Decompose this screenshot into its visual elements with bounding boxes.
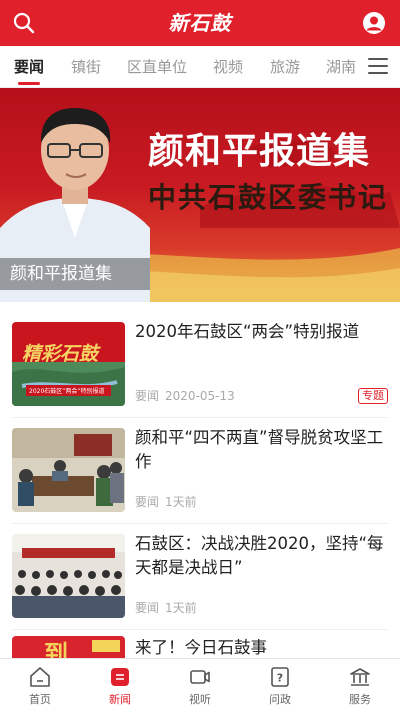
news-icon [111,668,129,686]
news-thumbnail: 精彩石鼓 2020石鼓区“两会”特别报道 [12,322,125,406]
nav-video-label: 视听 [189,693,211,706]
news-meta: 要闻 2020-05-13 [135,387,241,404]
nav-video[interactable]: 视听 [160,659,240,711]
nav-news-label: 新闻 [109,693,131,706]
news-time: 1天前 [165,495,197,509]
news-title: 来了！今日石鼓事 [135,638,267,657]
news-channel: 要闻 [135,495,160,509]
question-icon: ? [271,667,289,687]
bottom-nav: 首页 新闻 视听 ? 问政 服务 [0,658,400,711]
news-title: 石鼓区：决战决胜2020，坚持“每天都是决战日” [135,534,384,577]
news-thumbnail: 到 [12,636,125,658]
channel-menu-icon[interactable] [368,58,388,76]
carousel-indicator [191,294,221,302]
video-icon [190,670,210,684]
tab-lvyou[interactable]: 旅游 [270,46,300,88]
nav-wenzheng[interactable]: ? 问政 [240,659,320,711]
tab-yaowen[interactable]: 要闻 [14,46,44,88]
news-item[interactable]: 到 来了！今日石鼓事 [0,630,400,658]
news-thumbnail [12,534,125,618]
user-icon[interactable] [362,11,386,35]
news-time: 1天前 [165,601,197,615]
nav-service-label: 服务 [349,693,371,706]
news-meta: 要闻 1天前 [135,599,203,616]
news-channel: 要闻 [135,601,160,615]
channel-tabs: 要闻 镇街 区直单位 视频 旅游 湖南 [0,46,400,88]
news-item[interactable]: 石鼓区：决战决胜2020，坚持“每天都是决战日” 要闻 1天前 [0,524,400,630]
tab-quzhi-danwei[interactable]: 区直单位 [127,46,187,88]
tab-hunan[interactable]: 湖南 [326,46,356,88]
tab-zhenjie[interactable]: 镇街 [71,46,101,88]
nav-service[interactable]: 服务 [320,659,400,711]
news-time: 2020-05-13 [165,389,235,403]
search-icon[interactable] [12,11,36,35]
nav-home-label: 首页 [29,693,51,706]
nav-news[interactable]: 新闻 [80,659,160,711]
news-item[interactable]: 精彩石鼓 2020石鼓区“两会”特别报道 2020年石鼓区“两会”特别报道 要闻… [0,312,400,418]
news-meta: 要闻 1天前 [135,493,203,510]
news-title: 颜和平“四不两直”督导脱贫攻坚工作 [135,428,384,471]
home-icon [30,667,50,687]
tab-shipin[interactable]: 视频 [213,46,243,88]
news-thumbnail [12,428,125,512]
thumb-title: 精彩石鼓 [22,343,101,365]
svg-text:?: ? [277,672,283,685]
thumb-subtitle: 2020石鼓区“两会”特别报道 [29,387,105,395]
banner-carousel[interactable]: 颜和平报道集 中共石鼓区委书记 颜和平报道集 [0,88,400,302]
banner-headline: 颜和平报道集 [148,131,371,172]
thumb-title: 到 [44,639,68,658]
nav-home[interactable]: 首页 [0,659,80,711]
banner-caption: 颜和平报道集 [0,258,150,290]
service-icon [350,668,370,686]
top-bar: 新石鼓 [0,0,400,46]
news-channel: 要闻 [135,389,160,403]
news-item[interactable]: 颜和平“四不两直”督导脱贫攻坚工作 要闻 1天前 [0,418,400,524]
news-title: 2020年石鼓区“两会”特别报道 [135,322,360,341]
nav-wenzheng-label: 问政 [269,693,291,706]
app-logo: 新石鼓 [168,11,232,35]
topic-badge: 专题 [358,388,388,404]
banner-subheadline: 中共石鼓区委书记 [148,181,389,214]
